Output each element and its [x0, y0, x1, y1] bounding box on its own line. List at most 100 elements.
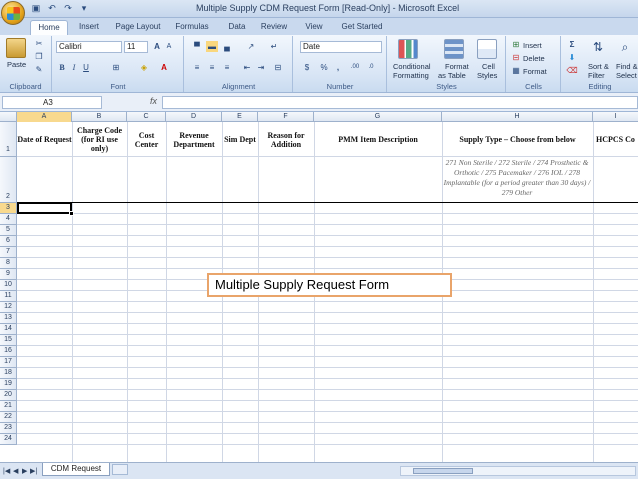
- row-header-24[interactable]: 24: [0, 434, 17, 445]
- cell-h1[interactable]: Supply Type – Choose from below: [442, 122, 593, 157]
- row-header-8[interactable]: 8: [0, 258, 17, 269]
- align-middle-icon[interactable]: ▬: [206, 41, 218, 52]
- increase-decimal-icon[interactable]: .00: [348, 62, 362, 73]
- row-header-22[interactable]: 22: [0, 412, 17, 423]
- formula-input[interactable]: [162, 96, 638, 109]
- tab-get-started[interactable]: Get Started: [338, 20, 386, 35]
- fill-handle[interactable]: [69, 211, 74, 216]
- fill-color-icon[interactable]: ◈: [137, 62, 151, 73]
- comma-style-icon[interactable]: ,: [332, 62, 344, 73]
- tab-page-layout[interactable]: Page Layout: [112, 20, 164, 35]
- cell-a1[interactable]: Date of Request: [17, 122, 72, 157]
- cell-c1[interactable]: Cost Center: [127, 122, 166, 157]
- row-header-1[interactable]: 1: [0, 122, 17, 157]
- row-header-16[interactable]: 16: [0, 346, 17, 357]
- column-header-a[interactable]: A: [17, 112, 72, 122]
- prev-sheet-icon[interactable]: ◀: [13, 467, 18, 475]
- row-header-23[interactable]: 23: [0, 423, 17, 434]
- undo-icon[interactable]: ↶: [46, 2, 58, 14]
- copy-icon[interactable]: ❐: [33, 51, 45, 62]
- row-header-4[interactable]: 4: [0, 214, 17, 225]
- align-center-icon[interactable]: ≡: [206, 62, 218, 73]
- bold-icon[interactable]: B: [57, 62, 67, 73]
- active-cell-a3[interactable]: [17, 202, 74, 216]
- font-name-select[interactable]: Calibri: [56, 41, 122, 53]
- row-header-5[interactable]: 5: [0, 225, 17, 236]
- fill-icon[interactable]: ⬇: [566, 52, 578, 63]
- row-header-19[interactable]: 19: [0, 379, 17, 390]
- cell-f1[interactable]: Reason for Addition: [258, 122, 314, 157]
- autosum-icon[interactable]: Σ: [566, 39, 578, 50]
- align-bottom-icon[interactable]: ▄: [221, 41, 233, 52]
- sort-filter-icon[interactable]: ⇅: [590, 39, 606, 55]
- next-sheet-icon[interactable]: ▶: [22, 467, 27, 475]
- cell-h2[interactable]: 271 Non Sterile / 272 Sterile / 274 Pros…: [442, 157, 592, 203]
- shrink-font-icon[interactable]: A: [163, 41, 175, 52]
- name-box[interactable]: A3: [2, 96, 102, 109]
- font-color-icon[interactable]: A: [157, 62, 171, 73]
- merge-center-icon[interactable]: ⊟: [271, 62, 285, 73]
- row-header-11[interactable]: 11: [0, 291, 17, 302]
- insert-function-icon[interactable]: fx: [150, 96, 157, 106]
- column-header-c[interactable]: C: [127, 112, 166, 122]
- row-header-3[interactable]: 3: [0, 203, 17, 214]
- tab-data[interactable]: Data: [224, 20, 250, 35]
- row-header-12[interactable]: 12: [0, 302, 17, 313]
- horizontal-scrollbar[interactable]: [400, 466, 636, 476]
- column-header-b[interactable]: B: [72, 112, 127, 122]
- cell-b1[interactable]: Charge Code (for RI use only): [72, 122, 127, 157]
- cell-e1[interactable]: Sim Dept: [222, 122, 258, 157]
- decrease-indent-icon[interactable]: ⇤: [241, 62, 253, 73]
- tab-formulas[interactable]: Formulas: [172, 20, 212, 35]
- row-header-15[interactable]: 15: [0, 335, 17, 346]
- last-sheet-icon[interactable]: ▶|: [30, 467, 37, 475]
- customize-qat-icon[interactable]: ▾: [78, 2, 90, 14]
- orientation-icon[interactable]: ↗: [245, 41, 257, 52]
- currency-icon[interactable]: $: [300, 62, 314, 73]
- format-painter-icon[interactable]: ✎: [33, 64, 45, 75]
- borders-icon[interactable]: ⊞: [109, 62, 123, 73]
- wrap-text-icon[interactable]: ↵: [267, 41, 281, 52]
- row-header-9[interactable]: 9: [0, 269, 17, 280]
- percent-icon[interactable]: %: [318, 62, 330, 73]
- column-header-d[interactable]: D: [166, 112, 222, 122]
- insert-sheet-icon[interactable]: [112, 464, 128, 475]
- redo-icon[interactable]: ↷: [62, 2, 74, 14]
- sheet-tab-cdm-request[interactable]: CDM Request: [42, 463, 110, 476]
- paste-icon[interactable]: [6, 38, 26, 58]
- row-header-6[interactable]: 6: [0, 236, 17, 247]
- format-cells-icon[interactable]: ▦: [511, 65, 521, 76]
- scrollbar-thumb[interactable]: [413, 468, 473, 474]
- office-button[interactable]: [1, 1, 25, 25]
- row-header-18[interactable]: 18: [0, 368, 17, 379]
- tab-review[interactable]: Review: [258, 20, 290, 35]
- increase-indent-icon[interactable]: ⇥: [255, 62, 267, 73]
- insert-cells-label[interactable]: Insert: [523, 41, 542, 50]
- align-left-icon[interactable]: ≡: [191, 62, 203, 73]
- align-top-icon[interactable]: ▀: [191, 41, 203, 52]
- tab-home[interactable]: Home: [30, 20, 68, 35]
- row-header-7[interactable]: 7: [0, 247, 17, 258]
- column-header-f[interactable]: F: [258, 112, 314, 122]
- decrease-decimal-icon[interactable]: .0: [364, 62, 378, 73]
- format-cells-label[interactable]: Format: [523, 67, 547, 76]
- row-header-20[interactable]: 20: [0, 390, 17, 401]
- italic-icon[interactable]: I: [69, 62, 79, 73]
- delete-cells-label[interactable]: Delete: [523, 54, 545, 63]
- clear-icon[interactable]: ⌫: [566, 65, 578, 76]
- conditional-formatting-icon[interactable]: [398, 39, 418, 59]
- insert-cells-icon[interactable]: ⊞: [511, 39, 521, 50]
- cell-g1[interactable]: PMM Item Description: [314, 122, 442, 157]
- tab-insert[interactable]: Insert: [74, 20, 104, 35]
- row-header-17[interactable]: 17: [0, 357, 17, 368]
- cell-d1[interactable]: Revenue Department: [166, 122, 222, 157]
- row-header-21[interactable]: 21: [0, 401, 17, 412]
- underline-icon[interactable]: U: [81, 62, 91, 73]
- save-icon[interactable]: ▣: [30, 2, 42, 14]
- row-header-10[interactable]: 10: [0, 280, 17, 291]
- number-format-select[interactable]: Date: [300, 41, 382, 53]
- tab-view[interactable]: View: [302, 20, 326, 35]
- row-header-14[interactable]: 14: [0, 324, 17, 335]
- cell-i1[interactable]: HCPCS Co: [596, 122, 638, 157]
- row-header-2[interactable]: 2: [0, 157, 17, 203]
